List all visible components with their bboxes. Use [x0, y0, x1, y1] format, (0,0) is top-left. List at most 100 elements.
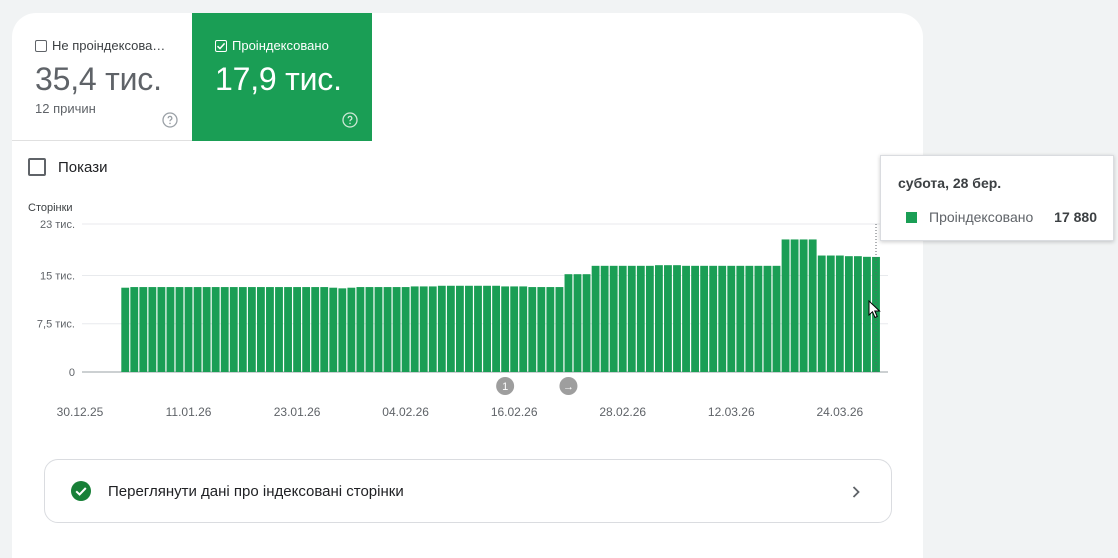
chart-bar	[302, 287, 311, 372]
chart-bar	[175, 287, 184, 372]
chart-bar	[537, 287, 546, 372]
chart-bar	[284, 287, 292, 372]
chart-bar	[835, 255, 844, 372]
chart-bar	[709, 265, 718, 372]
chart-bar	[673, 265, 681, 372]
chart-bar	[465, 285, 473, 372]
tooltip-series-name: Проіндексовано	[929, 209, 1034, 225]
chart-bar	[139, 287, 148, 372]
chart-bar	[311, 287, 320, 372]
x-tick-label: 11.01.26	[166, 405, 212, 419]
chart-bar	[654, 265, 663, 372]
chart-bar	[266, 287, 274, 372]
annotation-marker-label: 1	[502, 381, 508, 393]
y-tick-label: 23 тис.	[40, 219, 75, 231]
chart-bar	[474, 285, 482, 372]
chart-tooltip: субота, 28 бер. Проіндексовано 17 880	[880, 155, 1114, 241]
x-tick-label: 16.02.26	[491, 405, 538, 419]
tooltip-date: субота, 28 бер.	[898, 175, 1002, 191]
chart-bar	[682, 265, 690, 372]
chart-bar	[347, 287, 356, 372]
chart-bar	[383, 287, 392, 372]
chart-bar	[772, 265, 781, 372]
chart-bar	[727, 265, 736, 372]
check-circle-icon	[71, 481, 91, 501]
chart-bar	[157, 287, 166, 372]
chart-bar	[193, 287, 202, 372]
chart-bar	[636, 265, 645, 372]
chart-bar	[618, 265, 627, 372]
chevron-right-icon	[852, 486, 860, 498]
chart-bar	[492, 285, 501, 372]
chart-bar	[320, 287, 329, 372]
chart-bar	[591, 265, 600, 372]
chart-bar	[184, 287, 193, 372]
chart-bar	[745, 265, 754, 372]
chart-bar	[844, 256, 853, 372]
chart-bar	[329, 287, 338, 372]
chart-bar	[229, 287, 238, 372]
chart-bar	[573, 274, 582, 372]
chart-bar	[256, 287, 265, 372]
chart-bar	[130, 287, 139, 372]
chart-bar	[555, 287, 564, 372]
chart-bar	[247, 287, 256, 372]
chart-bar	[664, 265, 672, 372]
chart-bar	[645, 265, 654, 372]
chart-bar	[853, 256, 862, 372]
index-coverage-card: Не проіндексова… 35,4 тис. 12 причин Про…	[12, 13, 923, 558]
chart-bar	[546, 287, 555, 372]
y-tick-label: 15 тис.	[40, 270, 75, 282]
chart-bar	[564, 274, 573, 372]
chart-bar	[338, 288, 347, 372]
chart-bar	[627, 265, 636, 372]
y-axis-title: Сторінки	[28, 202, 73, 214]
chart-bar	[582, 274, 591, 372]
chart-bar	[808, 239, 817, 372]
chart-bar	[817, 255, 826, 372]
chart-bar	[483, 285, 491, 372]
chart-bar	[754, 265, 763, 372]
chart-bar	[519, 286, 528, 372]
chart-bar	[202, 287, 211, 372]
chart-bar	[211, 287, 220, 372]
chart-bar	[356, 287, 365, 372]
tooltip-legend-swatch	[906, 211, 917, 223]
x-tick-label: 28.02.26	[599, 405, 646, 419]
indexed-pages-chart: Сторінки 23 тис. 15 тис. 7,5 тис. 0 30.12.25 1…	[28, 202, 888, 419]
chart-bar	[437, 285, 446, 372]
chart-bar	[691, 265, 700, 372]
chart-bar	[293, 287, 302, 372]
chart-bar	[238, 287, 247, 372]
chart-bar	[455, 285, 464, 372]
chart-bar	[799, 239, 808, 372]
y-tick-label: 0	[69, 367, 75, 379]
chart-bar	[148, 287, 157, 372]
chart-bar	[166, 287, 175, 372]
chart-bar	[700, 265, 709, 372]
chart-bar	[790, 239, 799, 372]
chart-bar	[446, 285, 455, 372]
tooltip-value: 17 880	[1054, 209, 1097, 225]
mouse-cursor-icon	[868, 300, 881, 319]
x-tick-label: 12.03.26	[708, 405, 755, 419]
chart-bar	[401, 287, 410, 372]
x-tick-label: 30.12.25	[57, 405, 104, 419]
chart-bar	[781, 239, 790, 372]
chart-bar	[419, 286, 428, 372]
view-indexed-pages-label: Переглянути дані про індексовані сторінк…	[108, 482, 404, 500]
x-tick-label: 24.03.26	[816, 405, 863, 419]
chart-bar	[428, 286, 437, 372]
x-tick-label: 23.01.26	[274, 405, 321, 419]
chart-bar	[392, 287, 401, 372]
chart-bar	[826, 255, 835, 372]
chart-bar	[718, 265, 727, 372]
view-indexed-pages-link[interactable]: Переглянути дані про індексовані сторінк…	[44, 459, 892, 523]
chart-bar	[763, 265, 772, 372]
chart-bar	[736, 265, 745, 372]
chart-bar	[275, 287, 283, 372]
chart-bar	[374, 287, 383, 372]
chart-bar	[501, 286, 510, 372]
annotation-marker-label: →	[563, 381, 574, 393]
chart-bar	[528, 287, 537, 372]
